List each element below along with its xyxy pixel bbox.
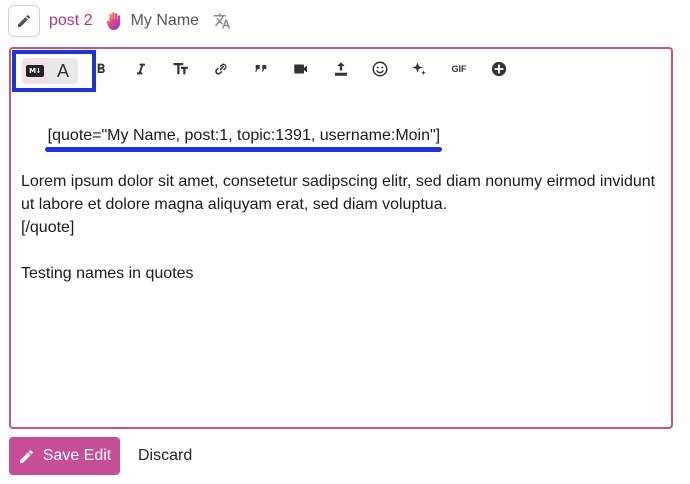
edit-pencil-button[interactable] xyxy=(8,5,40,37)
highlight-underline xyxy=(44,147,443,152)
more-options-button[interactable] xyxy=(487,57,511,81)
save-edit-button[interactable]: Save Edit xyxy=(9,437,120,475)
hand-avatar-icon xyxy=(103,10,125,32)
editor-line-empty: ​ xyxy=(21,239,663,262)
plus-circle-icon xyxy=(491,61,507,77)
editor-line: [/quote] xyxy=(21,219,75,236)
quote-icon xyxy=(255,65,267,72)
bold-button[interactable] xyxy=(89,57,113,81)
editor-toolbar: M↓ A GIF xyxy=(11,49,671,92)
gif-button[interactable]: GIF xyxy=(447,57,471,81)
editor-line: Testing names in quotes xyxy=(21,265,194,282)
save-edit-label: Save Edit xyxy=(42,447,112,464)
markdown-icon: M↓ xyxy=(26,65,44,77)
heading-button[interactable] xyxy=(169,57,193,81)
translate-icon[interactable] xyxy=(213,12,231,30)
gif-icon: GIF xyxy=(451,64,467,74)
italic-icon xyxy=(137,63,145,75)
emoji-icon xyxy=(372,61,388,77)
emoji-button[interactable] xyxy=(368,57,392,81)
ai-assist-button[interactable] xyxy=(407,57,431,81)
bold-icon xyxy=(97,63,105,73)
editor-line: [quote="My Name, post:1, topic:1391, use… xyxy=(21,101,663,170)
link-icon xyxy=(215,63,227,75)
user-name[interactable]: My Name xyxy=(131,12,199,30)
video-icon xyxy=(294,64,307,74)
upload-button[interactable] xyxy=(329,57,353,81)
post-header: post 2 My Name xyxy=(8,5,231,37)
discard-button[interactable]: Discard xyxy=(138,447,192,465)
editor-mode-toggle: M↓ A xyxy=(12,50,96,92)
editor-textarea[interactable]: [quote="My Name, post:1, topic:1391, use… xyxy=(21,101,663,285)
pencil-icon xyxy=(18,14,31,27)
quote-open-text: [quote="My Name, post:1, topic:1391, use… xyxy=(47,127,441,144)
editor-line: Lorem ipsum dolor sit amet, consetetur s… xyxy=(21,173,660,213)
heading-icon xyxy=(173,63,188,75)
quote-button[interactable] xyxy=(249,57,273,81)
markdown-mode-button[interactable]: M↓ xyxy=(22,58,48,84)
quote-open-tag: [quote="My Name, post:1, topic:1391, use… xyxy=(44,124,443,152)
composer-editor[interactable]: M↓ A GIF [quote="My Name, post:1, topic:… xyxy=(9,47,673,429)
post-link[interactable]: post 2 xyxy=(49,12,93,30)
video-button[interactable] xyxy=(289,57,313,81)
rich-text-mode-button[interactable]: A xyxy=(48,58,78,84)
sparkle-icon xyxy=(412,62,426,75)
pencil-icon xyxy=(18,448,35,465)
italic-button[interactable] xyxy=(129,57,153,81)
link-button[interactable] xyxy=(209,57,233,81)
upload-icon xyxy=(335,62,347,76)
rich-text-icon: A xyxy=(56,60,69,81)
